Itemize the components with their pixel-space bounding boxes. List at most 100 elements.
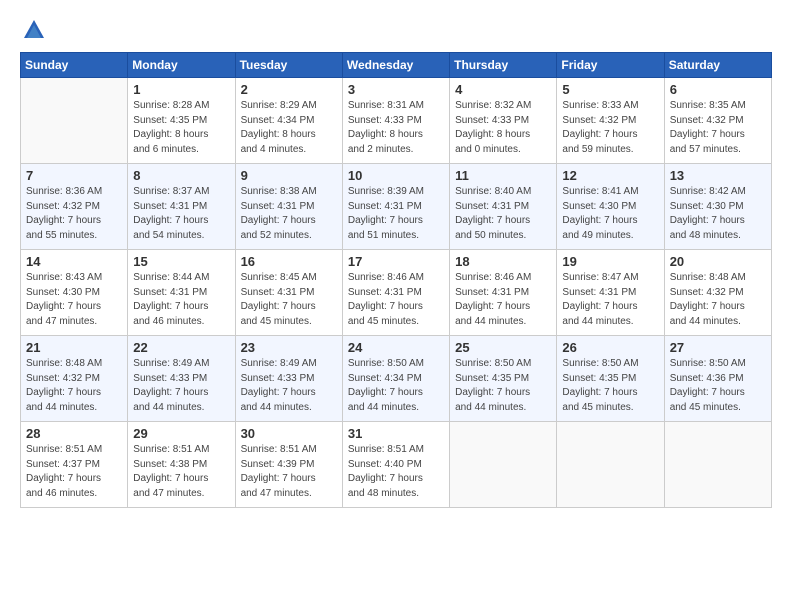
weekday-header: Saturday: [664, 53, 771, 78]
cell-content: Sunrise: 8:50 AM Sunset: 4:36 PM Dayligh…: [670, 357, 766, 415]
day-number: 24: [348, 340, 444, 355]
day-number: 23: [241, 340, 337, 355]
calendar-week-row: 7Sunrise: 8:36 AM Sunset: 4:32 PM Daylig…: [21, 164, 772, 250]
cell-content: Sunrise: 8:43 AM Sunset: 4:30 PM Dayligh…: [26, 271, 122, 329]
cell-content: Sunrise: 8:51 AM Sunset: 4:40 PM Dayligh…: [348, 443, 444, 501]
calendar-cell: 14Sunrise: 8:43 AM Sunset: 4:30 PM Dayli…: [21, 250, 128, 336]
calendar-cell: 11Sunrise: 8:40 AM Sunset: 4:31 PM Dayli…: [450, 164, 557, 250]
day-number: 9: [241, 168, 337, 183]
logo-icon: [20, 16, 48, 44]
cell-content: Sunrise: 8:46 AM Sunset: 4:31 PM Dayligh…: [348, 271, 444, 329]
header: [20, 16, 772, 44]
day-number: 6: [670, 82, 766, 97]
calendar-cell: 3 Sunrise: 8:31 AM Sunset: 4:33 PM Daylig…: [342, 78, 449, 164]
weekday-header: Wednesday: [342, 53, 449, 78]
day-number: 4: [455, 82, 551, 97]
header-row: SundayMondayTuesdayWednesdayThursdayFrid…: [21, 53, 772, 78]
calendar-cell: 18Sunrise: 8:46 AM Sunset: 4:31 PM Dayli…: [450, 250, 557, 336]
calendar-cell: 16 Sunrise: 8:45 AM Sunset: 4:31 PM Dayli…: [235, 250, 342, 336]
day-number: 13: [670, 168, 766, 183]
cell-content: Sunrise: 8:39 AM Sunset: 4:31 PM Dayligh…: [348, 185, 444, 243]
calendar-cell: 6 Sunrise: 8:35 AM Sunset: 4:32 PM Daylig…: [664, 78, 771, 164]
weekday-header: Friday: [557, 53, 664, 78]
calendar-cell: 15Sunrise: 8:44 AM Sunset: 4:31 PM Dayli…: [128, 250, 235, 336]
calendar-cell: 26 Sunrise: 8:50 AM Sunset: 4:35 PM Dayli…: [557, 336, 664, 422]
day-number: 29: [133, 426, 229, 441]
day-number: 26: [562, 340, 658, 355]
cell-content: Sunrise: 8:51 AM Sunset: 4:37 PM Dayligh…: [26, 443, 122, 501]
cell-content: Sunrise: 8:50 AM Sunset: 4:35 PM Dayligh…: [455, 357, 551, 415]
cell-content: Sunrise: 8:38 AM Sunset: 4:31 PM Dayligh…: [241, 185, 337, 243]
calendar-week-row: 14Sunrise: 8:43 AM Sunset: 4:30 PM Dayli…: [21, 250, 772, 336]
cell-content: Sunrise: 8:51 AM Sunset: 4:39 PM Dayligh…: [241, 443, 337, 501]
day-number: 18: [455, 254, 551, 269]
calendar-cell: [21, 78, 128, 164]
cell-content: Sunrise: 8:49 AM Sunset: 4:33 PM Dayligh…: [133, 357, 229, 415]
cell-content: Sunrise: 8:29 AM Sunset: 4:34 PM Dayligh…: [241, 99, 337, 157]
calendar-cell: 9 Sunrise: 8:38 AM Sunset: 4:31 PM Daylig…: [235, 164, 342, 250]
logo: [20, 16, 52, 44]
calendar-cell: 21 Sunrise: 8:48 AM Sunset: 4:32 PM Dayli…: [21, 336, 128, 422]
cell-content: Sunrise: 8:47 AM Sunset: 4:31 PM Dayligh…: [562, 271, 658, 329]
calendar-cell: 2 Sunrise: 8:29 AM Sunset: 4:34 PM Daylig…: [235, 78, 342, 164]
calendar-week-row: 21 Sunrise: 8:48 AM Sunset: 4:32 PM Dayli…: [21, 336, 772, 422]
cell-content: Sunrise: 8:36 AM Sunset: 4:32 PM Dayligh…: [26, 185, 122, 243]
cell-content: Sunrise: 8:50 AM Sunset: 4:35 PM Dayligh…: [562, 357, 658, 415]
day-number: 3: [348, 82, 444, 97]
day-number: 22: [133, 340, 229, 355]
cell-content: Sunrise: 8:48 AM Sunset: 4:32 PM Dayligh…: [26, 357, 122, 415]
cell-content: Sunrise: 8:49 AM Sunset: 4:33 PM Dayligh…: [241, 357, 337, 415]
day-number: 5: [562, 82, 658, 97]
calendar-cell: 4 Sunrise: 8:32 AM Sunset: 4:33 PM Daylig…: [450, 78, 557, 164]
day-number: 28: [26, 426, 122, 441]
calendar-cell: 25 Sunrise: 8:50 AM Sunset: 4:35 PM Dayli…: [450, 336, 557, 422]
cell-content: Sunrise: 8:41 AM Sunset: 4:30 PM Dayligh…: [562, 185, 658, 243]
calendar-week-row: 28 Sunrise: 8:51 AM Sunset: 4:37 PM Dayli…: [21, 422, 772, 508]
cell-content: Sunrise: 8:37 AM Sunset: 4:31 PM Dayligh…: [133, 185, 229, 243]
day-number: 27: [670, 340, 766, 355]
cell-content: Sunrise: 8:31 AM Sunset: 4:33 PM Dayligh…: [348, 99, 444, 157]
cell-content: Sunrise: 8:45 AM Sunset: 4:31 PM Dayligh…: [241, 271, 337, 329]
day-number: 12: [562, 168, 658, 183]
calendar-cell: 30 Sunrise: 8:51 AM Sunset: 4:39 PM Dayli…: [235, 422, 342, 508]
calendar-cell: 24Sunrise: 8:50 AM Sunset: 4:34 PM Dayli…: [342, 336, 449, 422]
calendar-cell: 1 Sunrise: 8:28 AM Sunset: 4:35 PM Daylig…: [128, 78, 235, 164]
day-number: 25: [455, 340, 551, 355]
calendar: SundayMondayTuesdayWednesdayThursdayFrid…: [20, 52, 772, 508]
calendar-cell: 12 Sunrise: 8:41 AM Sunset: 4:30 PM Dayli…: [557, 164, 664, 250]
day-number: 1: [133, 82, 229, 97]
day-number: 21: [26, 340, 122, 355]
calendar-cell: 5Sunrise: 8:33 AM Sunset: 4:32 PM Daylig…: [557, 78, 664, 164]
cell-content: Sunrise: 8:28 AM Sunset: 4:35 PM Dayligh…: [133, 99, 229, 157]
calendar-cell: [557, 422, 664, 508]
calendar-cell: 17Sunrise: 8:46 AM Sunset: 4:31 PM Dayli…: [342, 250, 449, 336]
calendar-cell: 19 Sunrise: 8:47 AM Sunset: 4:31 PM Dayli…: [557, 250, 664, 336]
calendar-cell: 13Sunrise: 8:42 AM Sunset: 4:30 PM Dayli…: [664, 164, 771, 250]
weekday-header: Thursday: [450, 53, 557, 78]
calendar-cell: 27 Sunrise: 8:50 AM Sunset: 4:36 PM Dayli…: [664, 336, 771, 422]
calendar-cell: 22 Sunrise: 8:49 AM Sunset: 4:33 PM Dayli…: [128, 336, 235, 422]
weekday-header: Monday: [128, 53, 235, 78]
cell-content: Sunrise: 8:44 AM Sunset: 4:31 PM Dayligh…: [133, 271, 229, 329]
calendar-week-row: 1 Sunrise: 8:28 AM Sunset: 4:35 PM Daylig…: [21, 78, 772, 164]
weekday-header: Tuesday: [235, 53, 342, 78]
calendar-cell: 20Sunrise: 8:48 AM Sunset: 4:32 PM Dayli…: [664, 250, 771, 336]
calendar-cell: 10 Sunrise: 8:39 AM Sunset: 4:31 PM Dayli…: [342, 164, 449, 250]
day-number: 16: [241, 254, 337, 269]
cell-content: Sunrise: 8:32 AM Sunset: 4:33 PM Dayligh…: [455, 99, 551, 157]
calendar-cell: 31 Sunrise: 8:51 AM Sunset: 4:40 PM Dayli…: [342, 422, 449, 508]
calendar-cell: 23 Sunrise: 8:49 AM Sunset: 4:33 PM Dayli…: [235, 336, 342, 422]
calendar-cell: 29Sunrise: 8:51 AM Sunset: 4:38 PM Dayli…: [128, 422, 235, 508]
day-number: 2: [241, 82, 337, 97]
calendar-cell: 8 Sunrise: 8:37 AM Sunset: 4:31 PM Daylig…: [128, 164, 235, 250]
weekday-header: Sunday: [21, 53, 128, 78]
calendar-cell: 7Sunrise: 8:36 AM Sunset: 4:32 PM Daylig…: [21, 164, 128, 250]
day-number: 19: [562, 254, 658, 269]
day-number: 30: [241, 426, 337, 441]
calendar-cell: 28 Sunrise: 8:51 AM Sunset: 4:37 PM Dayli…: [21, 422, 128, 508]
cell-content: Sunrise: 8:35 AM Sunset: 4:32 PM Dayligh…: [670, 99, 766, 157]
page: SundayMondayTuesdayWednesdayThursdayFrid…: [0, 0, 792, 612]
day-number: 31: [348, 426, 444, 441]
day-number: 8: [133, 168, 229, 183]
day-number: 10: [348, 168, 444, 183]
